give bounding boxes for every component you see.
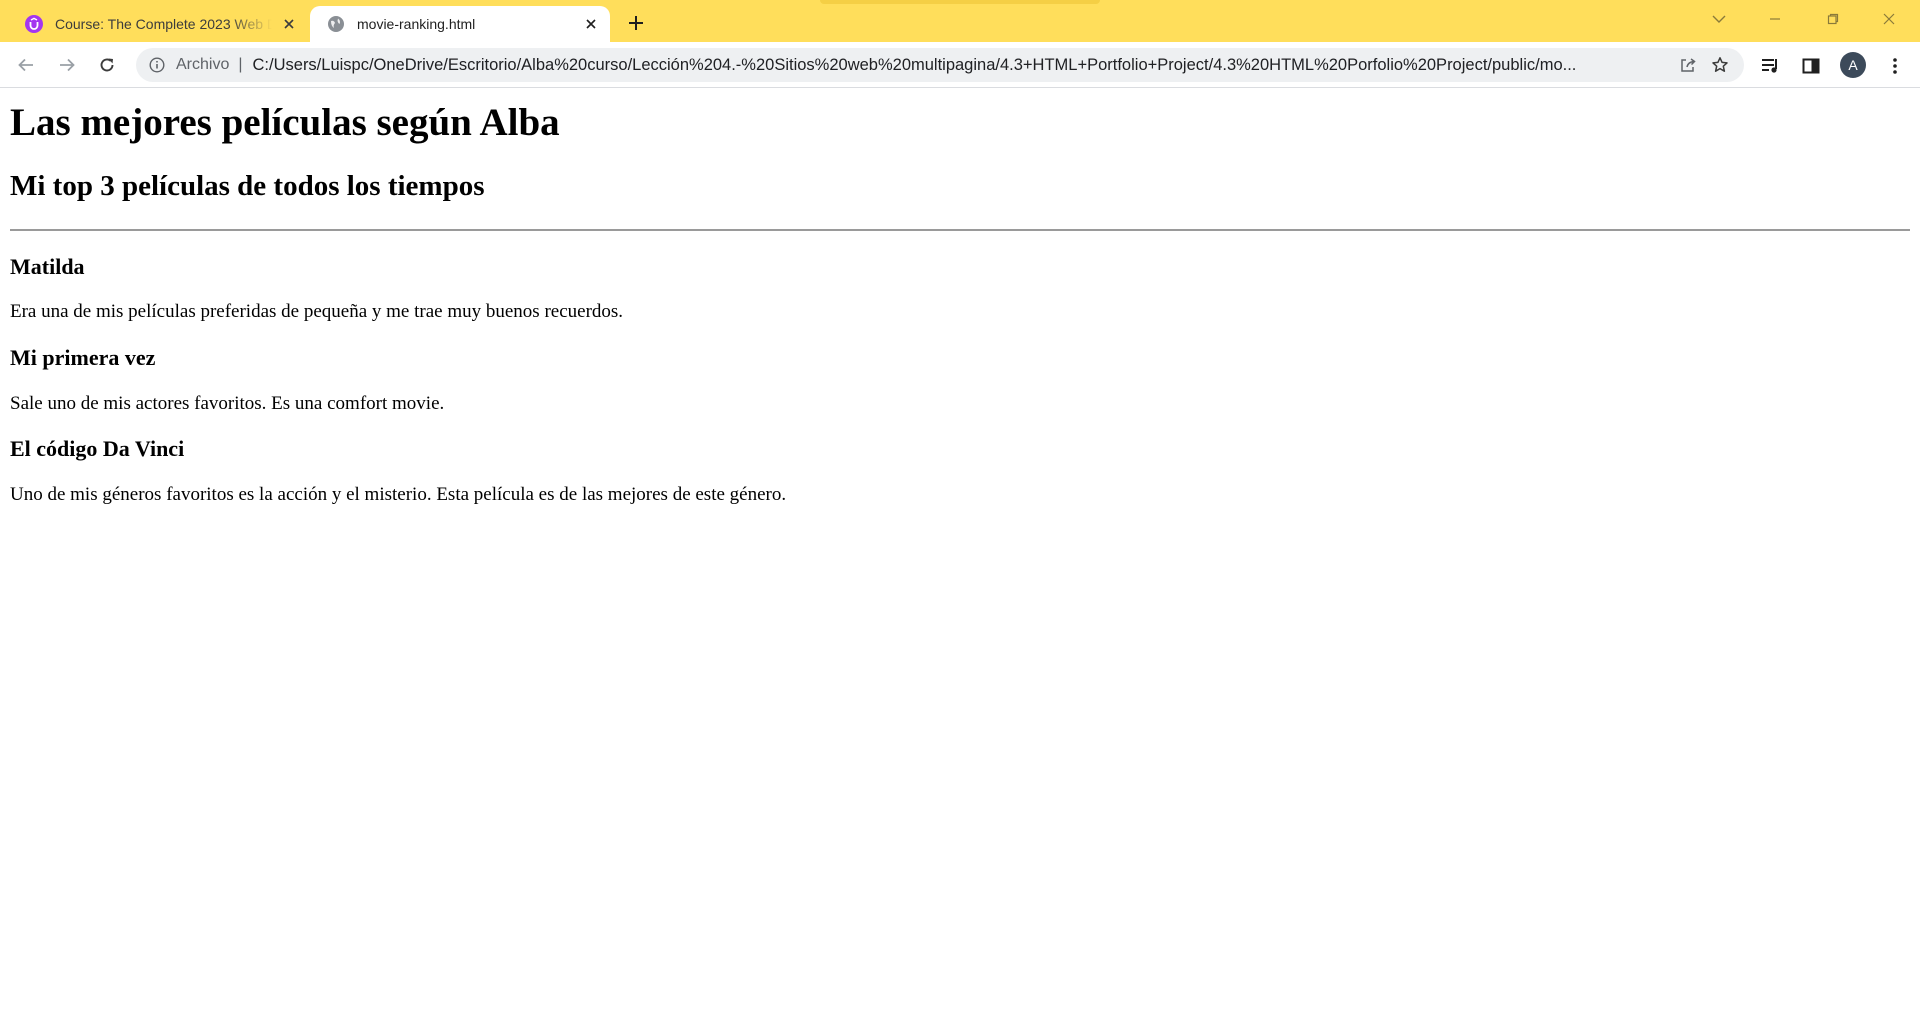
tab-course[interactable]: Course: The Complete 2023 Web Developmen…: [8, 6, 308, 42]
reload-button[interactable]: [93, 51, 121, 79]
more-vert-icon: [1893, 58, 1897, 74]
arrow-right-icon: [60, 58, 75, 72]
tab-title: Course: The Complete 2023 Web Developmen…: [55, 16, 272, 32]
share-button[interactable]: [1672, 49, 1704, 81]
tab-search-button[interactable]: [1696, 0, 1742, 38]
restore-icon: [1827, 13, 1839, 25]
minimize-button[interactable]: [1752, 0, 1798, 38]
movie-description: Era una de mis películas preferidas de p…: [10, 301, 624, 323]
tab-movie-ranking[interactable]: movie-ranking.html: [310, 6, 610, 42]
avatar-initial: A: [1848, 57, 1858, 73]
movie-description: Uno de mis géneros favoritos es la acció…: [10, 483, 787, 505]
movie-title: Mi primera vez: [10, 345, 156, 371]
info-icon[interactable]: [148, 56, 166, 74]
new-tab-button[interactable]: [622, 9, 650, 37]
close-icon[interactable]: [280, 15, 298, 33]
url-text[interactable]: C:/Users/Luispc/OneDrive/Escritorio/Alba…: [253, 56, 1672, 75]
close-icon[interactable]: [582, 15, 600, 33]
avatar[interactable]: A: [1840, 52, 1866, 78]
plus-icon: [629, 16, 643, 30]
media-button[interactable]: [1756, 51, 1786, 81]
close-icon: [1883, 13, 1895, 25]
back-button[interactable]: [12, 51, 40, 79]
tab-strip-notch: [820, 0, 1100, 4]
divider: [10, 229, 1910, 232]
reload-icon: [100, 58, 114, 72]
forward-button[interactable]: [53, 51, 81, 79]
minimize-icon: [1770, 18, 1780, 20]
share-icon: [1681, 58, 1696, 72]
arrow-left-icon: [18, 58, 33, 72]
page-title: Las mejores películas según Alba: [10, 101, 560, 144]
movie-title: Matilda: [10, 254, 85, 280]
side-panel-button[interactable]: [1796, 51, 1826, 81]
scheme-label: Archivo: [176, 56, 230, 73]
star-icon: [1712, 57, 1728, 72]
chevron-down-icon: [1712, 15, 1726, 23]
page-subtitle: Mi top 3 películas de todos los tiempos: [10, 169, 485, 202]
tab-strip: Course: The Complete 2023 Web Developmen…: [0, 0, 1920, 42]
window-close-button[interactable]: [1866, 0, 1912, 38]
restore-button[interactable]: [1810, 0, 1856, 38]
bookmark-button[interactable]: [1704, 49, 1736, 81]
browser-toolbar: Archivo | C:/Users/Luispc/OneDrive/Escri…: [0, 42, 1920, 88]
playlist-icon: [1762, 59, 1777, 73]
address-bar[interactable]: Archivo | C:/Users/Luispc/OneDrive/Escri…: [136, 48, 1744, 82]
tab-title: movie-ranking.html: [357, 16, 476, 32]
url-separator: |: [238, 56, 243, 73]
side-panel-icon: [1802, 58, 1820, 74]
movie-title: El código Da Vinci: [10, 436, 185, 462]
menu-button[interactable]: [1880, 51, 1910, 81]
page-content: Las mejores películas según Alba Mi top …: [0, 88, 1920, 1020]
udemy-icon: [25, 15, 43, 33]
movie-description: Sale uno de mis actores favoritos. Es un…: [10, 392, 445, 414]
globe-icon: [328, 16, 344, 32]
